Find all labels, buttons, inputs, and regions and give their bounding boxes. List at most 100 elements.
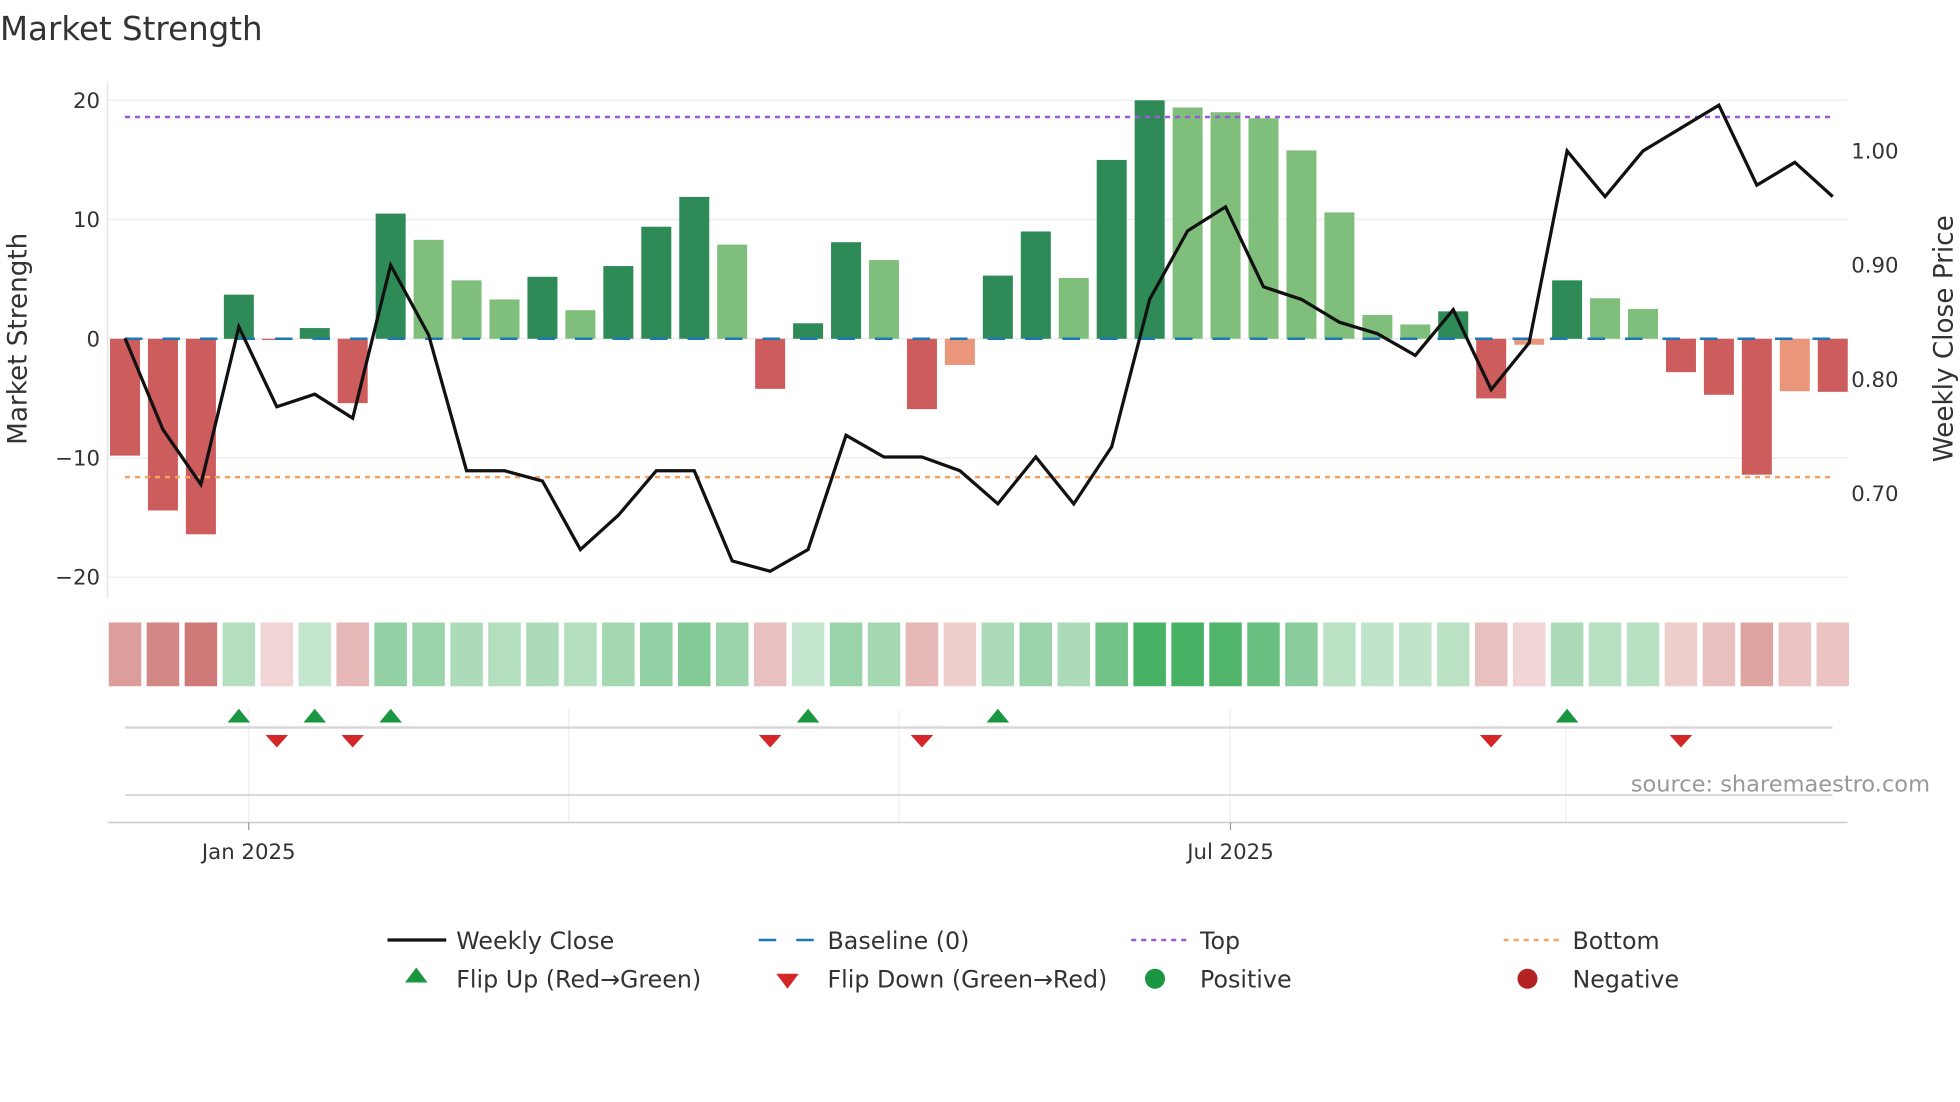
heat-cell (1019, 622, 1053, 687)
legend-negative-label: Negative (1573, 966, 1680, 994)
heat-cell (260, 622, 294, 687)
legend-flip-up-red-green-icon (405, 967, 428, 983)
y2-tick-label: 0.90 (1851, 254, 1898, 279)
strength-bar (1020, 231, 1051, 339)
strength-bar (717, 244, 748, 339)
strength-bar (1817, 338, 1848, 392)
heat-cell (829, 622, 863, 687)
strength-bar (906, 338, 937, 410)
heat-cell (1209, 622, 1242, 687)
market-strength-chart: Market Strength Market Strength Weekly C… (0, 10, 1960, 994)
y2-tick-label: 1.00 (1851, 139, 1898, 164)
heat-cell (1247, 622, 1280, 687)
y-tick-label: 10 (73, 208, 100, 233)
heat-cell (1702, 622, 1736, 687)
strength-bar (944, 338, 975, 366)
flip-up-marker (303, 708, 326, 723)
strength-bar (1665, 338, 1696, 373)
heat-cell (981, 622, 1015, 687)
strength-bar (147, 338, 178, 511)
heat-cell (1133, 622, 1166, 687)
heat-cell (1474, 622, 1508, 687)
heat-cell (1550, 622, 1584, 687)
strength-bar (641, 226, 672, 339)
flip-down-marker (341, 735, 364, 748)
flip-down-marker (910, 735, 934, 748)
heat-cell (602, 622, 635, 687)
strength-bar (1096, 159, 1127, 339)
heat-cell (488, 622, 521, 687)
strength-bar (1324, 212, 1355, 339)
y2-axis-label: Weekly Close Price (1930, 215, 1960, 462)
y-tick-label: 20 (73, 89, 100, 114)
heat-cell (791, 622, 825, 687)
flip-up-marker (986, 708, 1010, 723)
strength-bar (565, 310, 596, 339)
strength-bar (1741, 338, 1772, 475)
strength-bar (413, 239, 444, 339)
strength-bar (1286, 150, 1317, 339)
strength-bar (1628, 308, 1658, 339)
strength-bar (831, 242, 862, 339)
heat-cell (108, 622, 142, 687)
strength-bar (679, 196, 710, 339)
heat-cell (943, 622, 977, 687)
heat-cell (1626, 622, 1660, 687)
heat-cell (905, 622, 939, 687)
flip-down-marker (1669, 735, 1693, 748)
heat-cell (1778, 622, 1812, 687)
legend-top-label: Top (1199, 927, 1240, 955)
heat-cell (298, 622, 331, 687)
heat-cell (715, 622, 749, 687)
strength-bar (375, 213, 406, 339)
heat-cell (184, 622, 218, 687)
strength-bar (793, 323, 824, 339)
heat-cell (753, 622, 787, 687)
heat-cell (146, 622, 180, 687)
heat-cell (412, 622, 445, 687)
strength-bar (869, 260, 899, 339)
flip-down-marker (758, 735, 782, 748)
strength-bar (299, 328, 330, 339)
heat-cell (222, 622, 256, 687)
strength-bar (603, 266, 634, 339)
heat-cell (1323, 622, 1356, 687)
heat-cell (1512, 622, 1546, 687)
heat-cell (374, 622, 407, 687)
y2-tick-label: 0.70 (1851, 482, 1898, 507)
chart-title: Market Strength (0, 10, 263, 48)
heat-cell (1171, 622, 1204, 687)
strength-bar (1058, 277, 1089, 339)
heat-cell (1816, 622, 1849, 687)
y-tick-label: −20 (55, 566, 100, 591)
flip-up-marker (227, 708, 251, 723)
strength-bar (1552, 280, 1583, 339)
legend-bottom-label: Bottom (1573, 927, 1660, 955)
legend-positive-icon (1145, 968, 1165, 989)
strength-bar (1400, 324, 1431, 339)
strength-bar (1779, 338, 1810, 392)
legend-positive-label: Positive (1200, 966, 1292, 994)
strength-bar (489, 299, 520, 339)
flip-up-marker (379, 708, 402, 723)
legend-flip-down-green-red-label: Flip Down (Green→Red) (828, 966, 1108, 994)
heat-cell (1437, 622, 1470, 687)
heat-cell (678, 622, 711, 687)
legend-negative-icon (1517, 968, 1538, 989)
heat-cell (867, 622, 901, 687)
y-axis-label: Market Strength (3, 233, 33, 445)
flip-up-marker (796, 708, 820, 723)
heat-cell (1095, 622, 1128, 687)
heat-cell (1361, 622, 1394, 687)
strength-bar (451, 280, 482, 339)
flip-down-marker (1479, 735, 1503, 748)
strength-bar (1703, 338, 1734, 395)
strength-bar (527, 276, 558, 339)
y-tick-label: −10 (55, 447, 100, 472)
strength-bar (1590, 298, 1621, 339)
flip-up-marker (1555, 708, 1579, 723)
strength-bar (982, 275, 1013, 339)
heat-cell (336, 622, 369, 687)
heat-cell (1588, 622, 1622, 687)
legend-flip-down-green-red-icon (776, 973, 799, 989)
